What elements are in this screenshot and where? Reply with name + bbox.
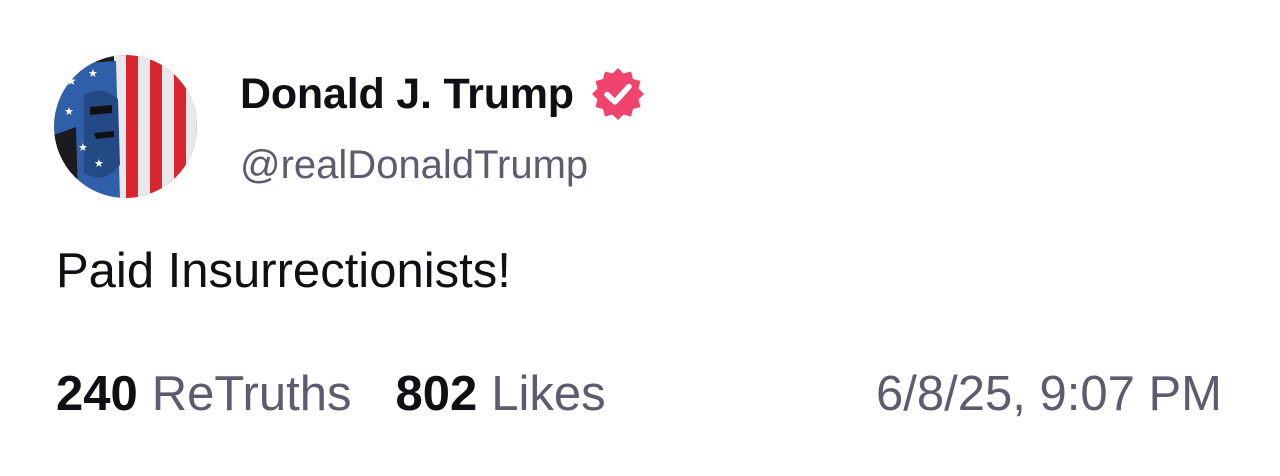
retruths-stat[interactable]: 240 ReTruths [56,366,351,422]
post-text: Paid Insurrectionists! [56,244,511,298]
author-name-row[interactable]: Donald J. Trump [240,64,646,124]
likes-label: Likes [491,367,606,421]
author-handle[interactable]: @realDonaldTrump [240,143,588,188]
post-card: ★ ★ ★ ★ ★ Donald J. Trump @realDonaldTru… [0,0,1280,476]
likes-stat[interactable]: 802 Likes [395,366,605,422]
svg-text:★: ★ [64,105,74,118]
svg-text:★: ★ [88,67,98,80]
post-timestamp[interactable]: 6/8/25, 9:07 PM [876,362,1222,426]
svg-text:★: ★ [78,141,88,154]
svg-text:★: ★ [94,157,104,170]
retruths-label: ReTruths [151,367,352,421]
verified-badge-icon [590,66,646,122]
svg-text:★: ★ [66,74,77,88]
retruths-count: 240 [56,367,138,421]
author-display-name[interactable]: Donald J. Trump [240,70,574,119]
post-stats: 240 ReTruths 802 Likes [56,362,606,426]
likes-count: 802 [395,367,478,421]
avatar[interactable]: ★ ★ ★ ★ ★ [54,55,197,198]
flag-face-avatar-icon: ★ ★ ★ ★ ★ [54,55,197,198]
